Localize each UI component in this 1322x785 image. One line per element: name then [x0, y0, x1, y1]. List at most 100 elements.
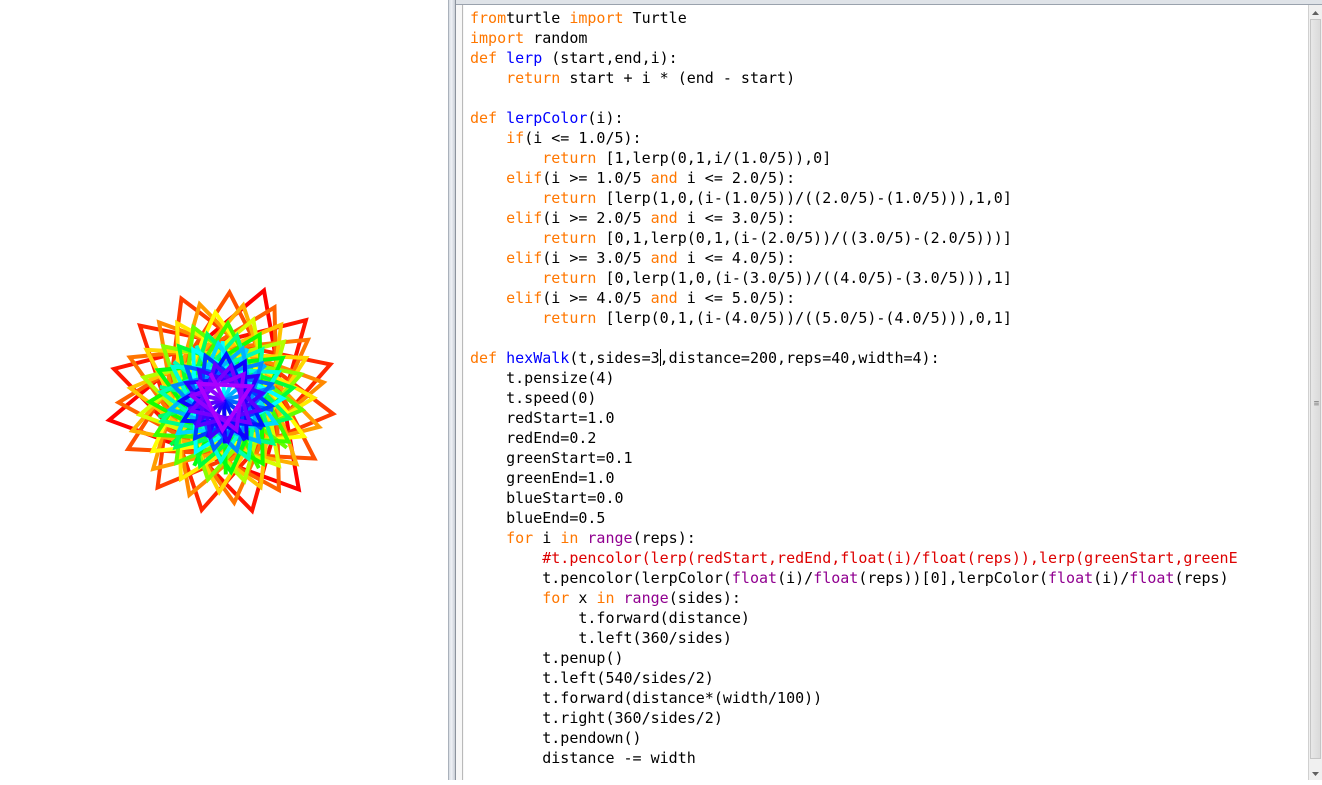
code-line: t.left(540/sides/2) [470, 668, 1238, 688]
code-token: [lerp(0,1,(i-(4.0/5))/((5.0/5)-(4.0/5)))… [596, 309, 1012, 327]
code-token: def [470, 349, 498, 367]
code-token: elif [506, 209, 543, 227]
code-token: range [578, 529, 633, 547]
code-token: redEnd=0.2 [470, 429, 597, 447]
code-line: t.forward(distance) [470, 608, 1238, 628]
code-line: blueEnd=0.5 [470, 508, 1238, 528]
vertical-scrollbar[interactable]: ≡ [1308, 5, 1322, 780]
code-line: t.pendown() [470, 728, 1238, 748]
spiral-triangles-drawing [105, 286, 337, 515]
scroll-down-arrow-icon[interactable] [1309, 766, 1322, 780]
code-token: blueStart=0.0 [470, 489, 624, 507]
pane-divider[interactable] [448, 0, 456, 780]
code-token: and [650, 169, 678, 187]
code-token: return [542, 309, 597, 327]
code-token: and [650, 209, 678, 227]
code-line: for x in range(sides): [470, 588, 1238, 608]
scroll-grip-icon: ≡ [1313, 399, 1320, 409]
code-token: t.left(540/sides/2) [470, 669, 714, 687]
code-token: float [1048, 569, 1094, 587]
code-token: (reps))[0],lerpColor( [858, 569, 1048, 587]
code-token: [0,lerp(1,0,(i-(3.0/5))/((4.0/5)-(3.0/5)… [596, 269, 1012, 287]
code-token: i [533, 529, 561, 547]
code-token: import [470, 29, 525, 47]
code-token: lerpColor [497, 109, 588, 127]
code-token: elif [506, 169, 543, 187]
code-token: float [731, 569, 778, 587]
scroll-up-arrow-icon[interactable] [1309, 5, 1322, 19]
code-line: t.left(360/sides) [470, 628, 1238, 648]
code-token: return [542, 149, 597, 167]
code-token: (i)/ [777, 569, 814, 587]
code-token: (reps) [1174, 569, 1229, 587]
code-token: range [614, 589, 669, 607]
code-token: float [813, 569, 859, 587]
code-token: redStart=1.0 [470, 409, 615, 427]
code-token: (i >= 4.0/5 [542, 289, 651, 307]
code-token: return [542, 229, 597, 247]
code-line: t.penup() [470, 648, 1238, 668]
code-token: return [506, 69, 561, 87]
code-line: if(i <= 1.0/5): [470, 128, 1238, 148]
code-token: t.forward(distance*(width/100)) [470, 689, 823, 707]
code-line: distance -= width [470, 748, 1238, 768]
editor-gutter-line [462, 0, 463, 780]
code-line: t.right(360/sides/2) [470, 708, 1238, 728]
code-line: def lerp (start,end,i): [470, 48, 1238, 68]
code-token: and [650, 289, 678, 307]
code-line: elif(i >= 3.0/5 and i <= 4.0/5): [470, 248, 1238, 268]
code-token: (sides): [668, 589, 741, 607]
code-line: import random [470, 28, 1238, 48]
code-text-area[interactable]: fromturtle import Turtle import random def… [464, 5, 1308, 780]
code-line: return [1,lerp(0,1,i/(1.0/5)),0] [470, 148, 1238, 168]
code-token: greenStart=0.1 [470, 449, 633, 467]
code-line: elif(i >= 1.0/5 and i <= 2.0/5): [470, 168, 1238, 188]
code-token: (i): [587, 109, 624, 127]
code-token: (i >= 3.0/5 [542, 249, 651, 267]
code-token: from [470, 9, 507, 27]
scroll-thumb[interactable]: ≡ [1310, 19, 1321, 759]
code-token: #t.pencolor(lerp(redStart,redEnd,float(i… [542, 549, 1238, 567]
code-token: start + i * (end - start) [560, 69, 796, 87]
code-line: elif(i >= 4.0/5 and i <= 5.0/5): [470, 288, 1238, 308]
code-token: (i <= 1.0/5): [524, 129, 642, 147]
code-token: (reps): [632, 529, 696, 547]
code-token: [lerp(1,0,(i-(1.0/5))/((2.0/5)-(1.0/5)))… [596, 189, 1012, 207]
code-token: float [1129, 569, 1175, 587]
code-token: t.right(360/sides/2) [470, 709, 723, 727]
code-line: greenEnd=1.0 [470, 468, 1238, 488]
code-token: blueEnd=0.5 [470, 509, 606, 527]
code-token: elif [506, 289, 543, 307]
code-token: (i >= 2.0/5 [542, 209, 651, 227]
code-line: return start + i * (end - start) [470, 68, 1238, 88]
code-token: greenEnd=1.0 [470, 469, 615, 487]
code-token: import [569, 9, 624, 27]
code-line: return [lerp(0,1,(i-(4.0/5))/((5.0/5)-(4… [470, 308, 1238, 328]
source-code[interactable]: fromturtle import Turtle import random def… [470, 8, 1238, 768]
code-token: i <= 2.0/5): [677, 169, 796, 187]
code-token: t.pensize(4) [470, 369, 615, 387]
code-line: greenStart=0.1 [470, 448, 1238, 468]
code-token: ,distance=200,reps=40,width=4): [659, 349, 940, 367]
code-token: t.left(360/sides) [470, 629, 732, 647]
code-line: t.pensize(4) [470, 368, 1238, 388]
code-token: return [542, 269, 597, 287]
code-token: def [470, 109, 498, 127]
code-token: turtle [506, 9, 570, 27]
code-line: redEnd=0.2 [470, 428, 1238, 448]
code-token: (i >= 1.0/5 [542, 169, 651, 187]
code-line: #t.pencolor(lerp(redStart,redEnd,float(i… [470, 548, 1238, 568]
code-token: i <= 4.0/5): [677, 249, 796, 267]
code-line: def hexWalk(t,sides=3,distance=200,reps=… [470, 348, 1238, 368]
